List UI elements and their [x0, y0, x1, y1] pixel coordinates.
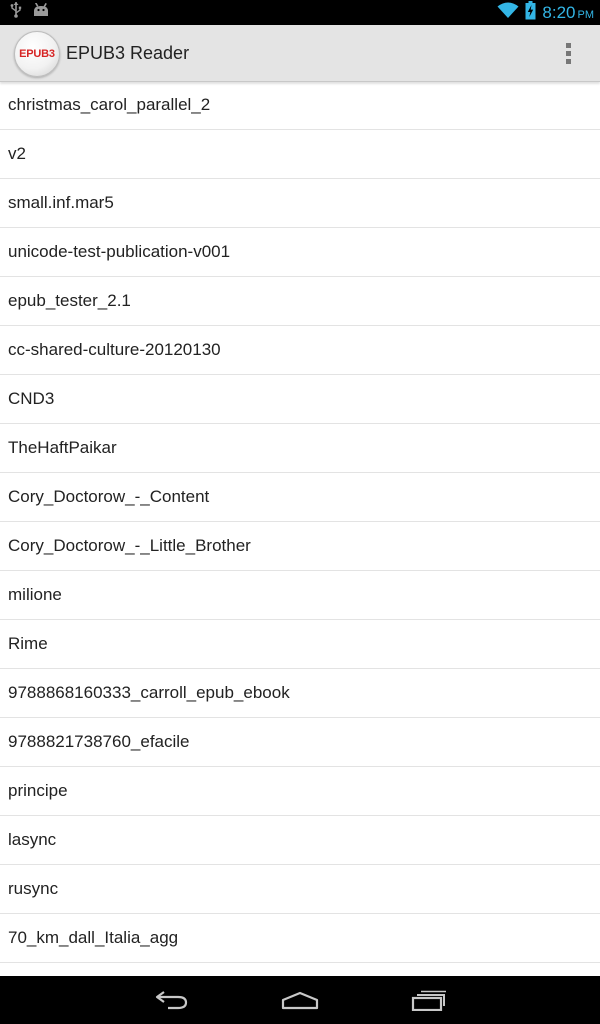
- book-list-item[interactable]: epub_tester_2.1: [0, 277, 600, 326]
- recents-icon[interactable]: [399, 985, 459, 1015]
- nav-bar: [0, 976, 600, 1024]
- wifi-icon: [497, 2, 519, 24]
- book-list-item[interactable]: TheHaftPaikar: [0, 424, 600, 473]
- book-list-item[interactable]: unicode-test-publication-v001: [0, 228, 600, 277]
- status-ampm: PM: [577, 8, 595, 21]
- status-time: 8:20 PM: [542, 3, 594, 23]
- battery-charging-icon: [525, 0, 536, 25]
- home-icon[interactable]: [270, 985, 330, 1015]
- book-list-item[interactable]: cc-shared-culture-20120130: [0, 326, 600, 375]
- app-title: EPUB3 Reader: [66, 43, 190, 63]
- book-list-item[interactable]: [0, 963, 600, 976]
- book-list-item[interactable]: principe: [0, 767, 600, 816]
- book-list-item[interactable]: Rime: [0, 620, 600, 669]
- usb-icon: [10, 2, 22, 23]
- book-list-item[interactable]: rusync: [0, 865, 600, 914]
- status-bar: 8:20 PM: [0, 0, 600, 25]
- action-bar: EPUB3 EPUB3 Reader: [0, 25, 600, 82]
- book-list-item[interactable]: 9788821738760_efacile: [0, 718, 600, 767]
- book-list-item[interactable]: milione: [0, 571, 600, 620]
- status-time-value: 8:20: [542, 2, 576, 22]
- book-list-item[interactable]: CND3: [0, 375, 600, 424]
- app-logo-text: EPUB3: [19, 48, 55, 60]
- book-list-item[interactable]: v2: [0, 130, 600, 179]
- overflow-menu-icon[interactable]: [556, 39, 580, 67]
- book-list-item[interactable]: Cory_Doctorow_-_Content: [0, 473, 600, 522]
- android-debug-icon: [32, 2, 50, 22]
- screen: 8:20 PM EPUB3 EPUB3 Reader christmas_caro…: [0, 0, 600, 1024]
- book-list: christmas_carol_parallel_2 v2 small.inf.…: [0, 81, 600, 976]
- book-list-item[interactable]: christmas_carol_parallel_2: [0, 81, 600, 130]
- back-icon[interactable]: [142, 985, 202, 1015]
- book-list-item[interactable]: 9788868160333_carroll_epub_ebook: [0, 669, 600, 718]
- book-list-item[interactable]: 70_km_dall_Italia_agg: [0, 914, 600, 963]
- book-list-item[interactable]: small.inf.mar5: [0, 179, 600, 228]
- book-list-item[interactable]: Cory_Doctorow_-_Little_Brother: [0, 522, 600, 571]
- app-logo[interactable]: EPUB3: [14, 31, 60, 77]
- book-list-item[interactable]: lasync: [0, 816, 600, 865]
